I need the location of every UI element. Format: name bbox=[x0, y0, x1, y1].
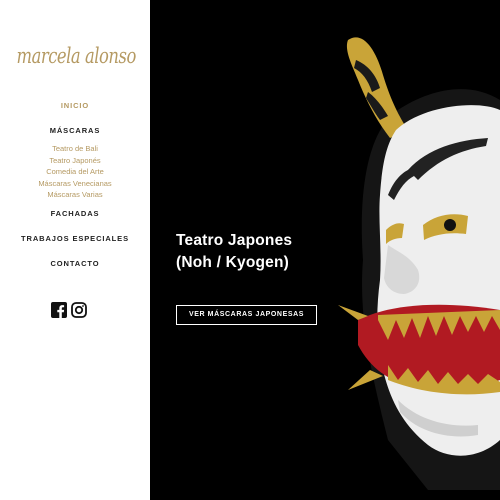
hero-title-line-2: (Noh / Kyogen) bbox=[176, 254, 290, 271]
ver-mascaras-japonesas-button[interactable]: VER MÁSCARAS JAPONESAS bbox=[176, 305, 317, 325]
nav-item-mascaras[interactable]: MÁSCARAS bbox=[0, 126, 150, 135]
submenu-item-teatro-de-bali[interactable]: Teatro de Bali bbox=[0, 143, 150, 155]
facebook-icon[interactable] bbox=[51, 302, 67, 318]
social-links bbox=[51, 302, 87, 318]
hero-title-line-1: Teatro Japones bbox=[176, 232, 293, 249]
instagram-icon[interactable] bbox=[71, 302, 87, 318]
submenu-item-teatro-japones[interactable]: Teatro Japonés bbox=[0, 155, 150, 167]
nav-item-inicio[interactable]: INICIO bbox=[0, 101, 150, 110]
sidebar: marcela alonso INICIO MÁSCARAS Teatro de… bbox=[0, 0, 150, 500]
submenu-item-mascaras-venecianas[interactable]: Máscaras Venecianas bbox=[0, 178, 150, 190]
hannya-mask-image bbox=[338, 37, 500, 490]
mascaras-submenu: Teatro de Bali Teatro Japonés Comedia de… bbox=[0, 143, 150, 201]
submenu-item-comedia-del-arte[interactable]: Comedia del Arte bbox=[0, 166, 150, 178]
hero-section: Teatro Japones (Noh / Kyogen) VER MÁSCAR… bbox=[150, 0, 500, 500]
site-logo[interactable]: marcela alonso bbox=[17, 44, 137, 68]
nav-item-fachadas[interactable]: FACHADAS bbox=[0, 209, 150, 218]
hero-title: Teatro Japones (Noh / Kyogen) bbox=[176, 230, 292, 274]
nav-item-trabajos-especiales[interactable]: TRABAJOS ESPECIALES bbox=[0, 234, 150, 243]
submenu-item-mascaras-varias[interactable]: Máscaras Varias bbox=[0, 189, 150, 201]
nav-item-contacto[interactable]: CONTACTO bbox=[0, 259, 150, 268]
